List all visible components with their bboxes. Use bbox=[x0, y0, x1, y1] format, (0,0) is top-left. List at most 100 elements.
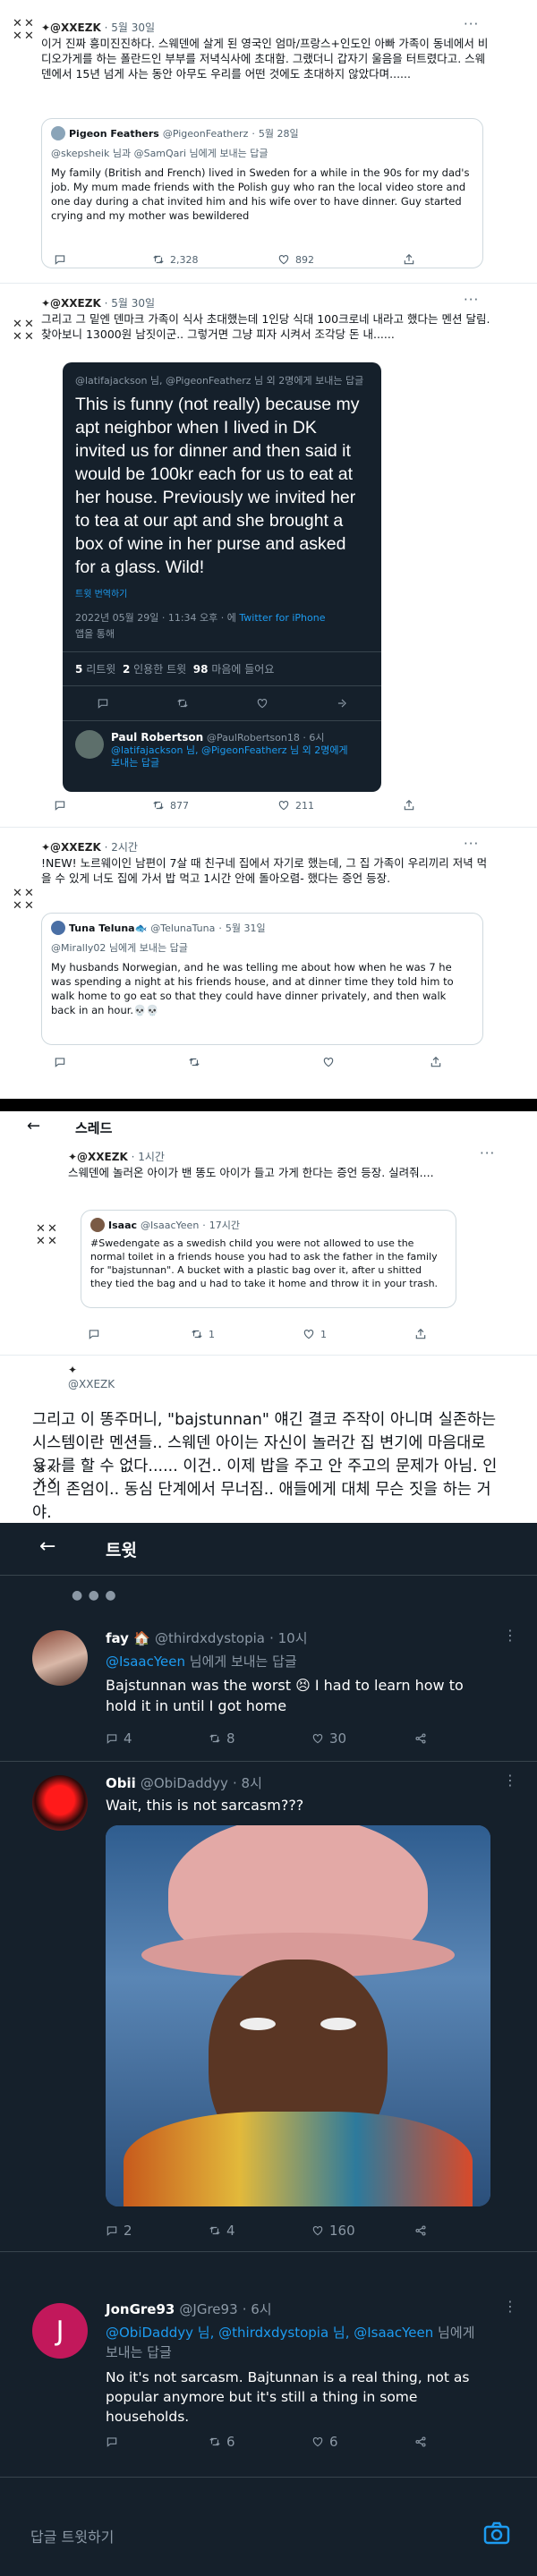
retweet-button[interactable] bbox=[188, 1056, 322, 1068]
tweet-date[interactable]: 2시간 bbox=[111, 841, 138, 854]
reply-button[interactable] bbox=[88, 1328, 191, 1340]
heart-icon bbox=[323, 1058, 334, 1067]
reply-button[interactable] bbox=[54, 253, 152, 266]
reply-button[interactable] bbox=[54, 799, 152, 812]
tweet-date[interactable]: 5월 30일 bbox=[111, 297, 155, 310]
embedded-screenshot: @latifajackson 님, @PigeonFeatherz 님 외 2명… bbox=[63, 362, 381, 792]
reply-compose-input[interactable]: 답글 트윗하기 bbox=[30, 2525, 114, 2546]
retweet-icon bbox=[209, 1734, 220, 1743]
collapsed-thread-icon[interactable]: ● ● ● bbox=[72, 1588, 117, 1603]
dark-reply-to: @latifajackson 님, @PigeonFeatherz 님 외 2명… bbox=[75, 375, 364, 387]
more-options-icon[interactable]: ⋮ bbox=[503, 2298, 517, 2315]
share-icon bbox=[404, 253, 414, 265]
reply-icon[interactable] bbox=[97, 697, 109, 710]
quote-text: My husbands Norwegian, and he was tellin… bbox=[51, 961, 454, 1016]
retweet-button[interactable]: 8 bbox=[209, 1730, 311, 1747]
translate-link[interactable]: 트윗 번역하기 bbox=[75, 586, 369, 599]
reply-button[interactable]: 4 bbox=[106, 1730, 209, 1747]
share-button[interactable] bbox=[414, 1732, 427, 1745]
more-options-icon[interactable]: ⋮ bbox=[503, 1772, 517, 1789]
like-button[interactable]: 6 bbox=[311, 2434, 414, 2450]
more-options-icon[interactable]: ⋮ bbox=[503, 1627, 517, 1644]
reply-icon bbox=[89, 1330, 99, 1339]
heart-icon[interactable] bbox=[256, 697, 268, 710]
retweet-button[interactable]: 877 bbox=[152, 799, 277, 812]
tweet-date[interactable]: 1시간 bbox=[138, 1151, 165, 1163]
retweet-button[interactable]: 6 bbox=[209, 2434, 311, 2450]
like-button[interactable]: 892 bbox=[277, 253, 403, 266]
dark-meta-app[interactable]: Twitter for iPhone bbox=[239, 612, 325, 624]
share-button[interactable] bbox=[430, 1056, 442, 1068]
tweet-actions: 2,328 892 bbox=[54, 253, 465, 266]
quoted-tweet[interactable]: Isaac @IsaacYeen · 17시간 #Swedengate as a sw… bbox=[81, 1210, 456, 1308]
share-button[interactable] bbox=[414, 2436, 427, 2448]
reply-icon bbox=[107, 2226, 117, 2236]
avatar[interactable]: ✕ ✕ ✕ ✕ bbox=[13, 319, 38, 344]
share-button[interactable] bbox=[414, 1328, 427, 1340]
share-button[interactable] bbox=[403, 799, 415, 812]
dark-tweet-text: This is funny (not really) because my ap… bbox=[75, 395, 360, 577]
reply-button[interactable] bbox=[106, 2436, 209, 2448]
back-arrow-icon[interactable]: ← bbox=[39, 1535, 55, 1558]
avatar[interactable] bbox=[32, 1630, 88, 1686]
divider bbox=[0, 1761, 537, 1762]
share-button[interactable] bbox=[414, 2224, 427, 2237]
tweet-header: ✦@XXEZK · 5월 30일 bbox=[41, 21, 156, 34]
like-button[interactable]: 160 bbox=[311, 2223, 414, 2239]
reply-user-name[interactable]: fay 🏠 bbox=[106, 1630, 150, 1646]
more-options-icon[interactable]: ··· bbox=[464, 836, 479, 852]
avatar[interactable]: ✕ ✕ ✕ ✕ bbox=[13, 888, 38, 913]
reply-handle[interactable]: @JGre93 bbox=[179, 2301, 237, 2317]
reply-user-name[interactable]: Paul Robertson bbox=[111, 731, 203, 744]
like-button[interactable] bbox=[322, 1056, 430, 1068]
dark-meta-more: 앱을 통해 bbox=[75, 628, 115, 640]
share-icon[interactable] bbox=[336, 697, 348, 710]
user-name[interactable]: ✦@XXEZK bbox=[41, 21, 101, 34]
like-button[interactable]: 211 bbox=[277, 799, 403, 812]
quote-date: 5월 31일 bbox=[225, 922, 266, 934]
reply-user-name[interactable]: Obii bbox=[106, 1775, 136, 1791]
avatar[interactable]: J bbox=[32, 2303, 88, 2359]
back-arrow-icon[interactable]: ← bbox=[27, 1117, 40, 1135]
user-name[interactable]: ✦@XXEZK bbox=[41, 297, 101, 310]
reply-to-users[interactable]: @latifajackson 님, @PigeonFeatherz 님 외 2명… bbox=[111, 744, 353, 769]
like-button[interactable]: 1 bbox=[303, 1328, 414, 1340]
quoted-tweet[interactable]: Tuna Teluna🐟 @TelunaTuna · 5월 31일 @Mirally0… bbox=[41, 913, 483, 1045]
retweet-icon[interactable] bbox=[176, 697, 189, 710]
avatar[interactable] bbox=[32, 1775, 88, 1831]
retweet-button[interactable]: 4 bbox=[209, 2223, 311, 2239]
retweet-button[interactable]: 2,328 bbox=[152, 253, 277, 266]
like-button[interactable]: 30 bbox=[311, 1730, 414, 1747]
reply-handle[interactable]: @ObiDaddyy bbox=[141, 1775, 228, 1791]
user-handle[interactable]: @XXEZK bbox=[68, 1378, 115, 1390]
user-name[interactable]: ✦@XXEZK bbox=[68, 1151, 128, 1163]
retweet-icon bbox=[153, 255, 164, 264]
more-options-icon[interactable]: ··· bbox=[464, 16, 479, 32]
avatar[interactable]: ✕ ✕ ✕ ✕ bbox=[36, 1223, 61, 1248]
camera-icon[interactable] bbox=[483, 2521, 510, 2545]
tweet-text: !NEW! 노르웨이인 남편이 7살 때 친구네 집에서 자기로 했는데, 그 … bbox=[41, 856, 488, 885]
more-options-icon[interactable]: ··· bbox=[464, 292, 479, 308]
share-button[interactable] bbox=[403, 253, 415, 266]
reply-handle[interactable]: @thirdxdystopia bbox=[155, 1630, 265, 1646]
quoted-tweet[interactable]: Pigeon Feathers @PigeonFeatherz · 5월 28일 @s… bbox=[41, 118, 483, 268]
attached-photo[interactable] bbox=[106, 1825, 490, 2206]
user-name[interactable]: ✦@XXEZK bbox=[41, 841, 101, 854]
avatar[interactable]: ✕ ✕ ✕ ✕ bbox=[13, 18, 38, 43]
reply-to-users[interactable]: @ObiDaddyy 님, @thirdxdystopia 님, @IsaacY… bbox=[106, 2325, 433, 2341]
reply-text: No it's not sarcasm. Bajtunnan is a real… bbox=[106, 2369, 470, 2425]
quote-user-name: Isaac bbox=[108, 1219, 138, 1231]
retweet-button[interactable]: 1 bbox=[191, 1328, 303, 1340]
tweet-header: ✦@XXEZK · 2시간 bbox=[41, 841, 138, 854]
avatar[interactable] bbox=[75, 730, 104, 759]
tweet-header: ✦@XXEZK · 1시간 bbox=[68, 1151, 165, 1163]
tweet-date[interactable]: 5월 30일 bbox=[111, 21, 155, 34]
reply-button[interactable] bbox=[54, 1056, 188, 1068]
reply-user-name[interactable]: JonGre93 bbox=[106, 2301, 175, 2317]
more-options-icon[interactable]: ··· bbox=[480, 1145, 495, 1161]
tweet-header: ✦@XXEZK · 5월 30일 bbox=[41, 297, 156, 310]
reply-button[interactable]: 2 bbox=[106, 2223, 209, 2239]
reply-to: @IsaacYeen 님에게 보내는 답글 bbox=[106, 1652, 297, 1671]
reply-to-user[interactable]: @IsaacYeen bbox=[106, 1654, 185, 1670]
user-name[interactable]: ✦ bbox=[68, 1364, 77, 1376]
